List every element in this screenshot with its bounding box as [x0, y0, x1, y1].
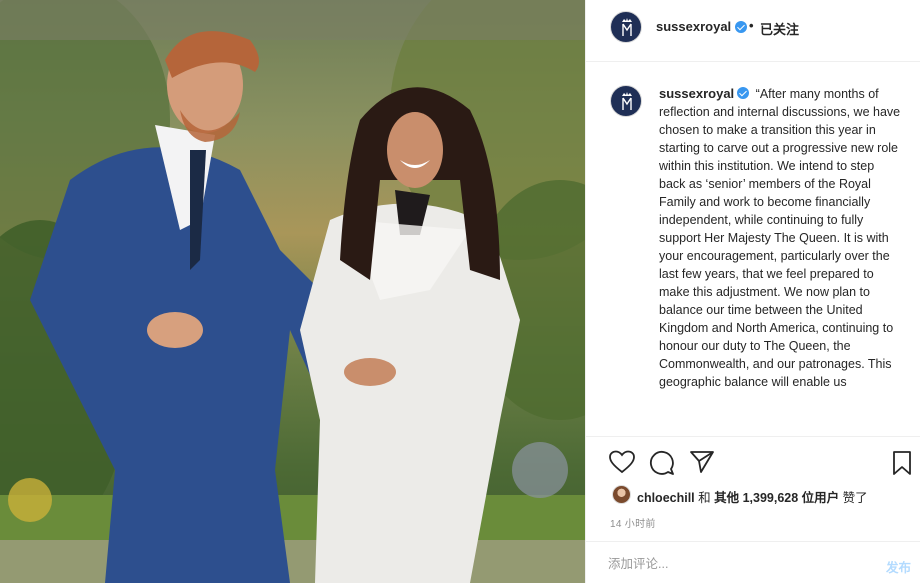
likes-others-suffix: 位用户 — [798, 491, 840, 505]
save-button[interactable] — [892, 450, 912, 481]
likes-verb: 赞了 — [839, 491, 868, 505]
comment-input[interactable] — [608, 554, 848, 574]
heart-icon — [609, 450, 635, 474]
post-actions: chloechill 和 其他 1,399,628 位用户 赞了 14 小时前 … — [586, 436, 920, 583]
photo-scene — [0, 0, 585, 583]
header-separator: • — [749, 18, 754, 33]
verified-badge-icon — [735, 21, 747, 33]
like-button[interactable] — [609, 450, 635, 479]
royal-monogram-icon — [622, 92, 632, 110]
liker-avatar[interactable] — [612, 485, 631, 504]
post-timestamp[interactable]: 14 小时前 — [610, 515, 656, 530]
likes-connector: 和 — [694, 491, 715, 505]
post-photo[interactable] — [0, 0, 585, 583]
comment-button[interactable] — [649, 450, 675, 481]
bookmark-icon — [893, 451, 911, 475]
caption-avatar[interactable] — [610, 85, 642, 117]
post-sidebar: sussexroyal • 已关注 sussexroyal “After man… — [585, 0, 920, 583]
profile-avatar[interactable] — [610, 11, 642, 43]
verified-badge-icon — [737, 87, 750, 99]
caption-text: “After many months of reflection and int… — [659, 87, 901, 389]
comment-bar: 发布 — [586, 541, 920, 583]
profile-username[interactable]: sussexroyal — [656, 19, 731, 34]
likes-others-prefix: 其他 — [714, 491, 743, 505]
likes-summary[interactable]: chloechill 和 其他 1,399,628 位用户 赞了 — [637, 487, 868, 506]
paper-plane-icon — [690, 451, 714, 473]
likes-count[interactable]: 1,399,628 — [743, 491, 799, 505]
liker-username[interactable]: chloechill — [637, 491, 695, 505]
royal-monogram-icon — [622, 18, 632, 36]
comment-bubble-icon — [649, 450, 674, 475]
post-header: sussexroyal • 已关注 — [586, 0, 920, 62]
share-button[interactable] — [689, 450, 715, 479]
caption-area[interactable]: sussexroyal “After many months of reflec… — [586, 63, 920, 436]
post-comment-button[interactable]: 发布 — [886, 557, 911, 576]
caption-username[interactable]: sussexroyal — [659, 86, 734, 101]
post-caption: sussexroyal “After many months of reflec… — [659, 85, 904, 391]
follow-button[interactable]: 已关注 — [760, 19, 799, 38]
